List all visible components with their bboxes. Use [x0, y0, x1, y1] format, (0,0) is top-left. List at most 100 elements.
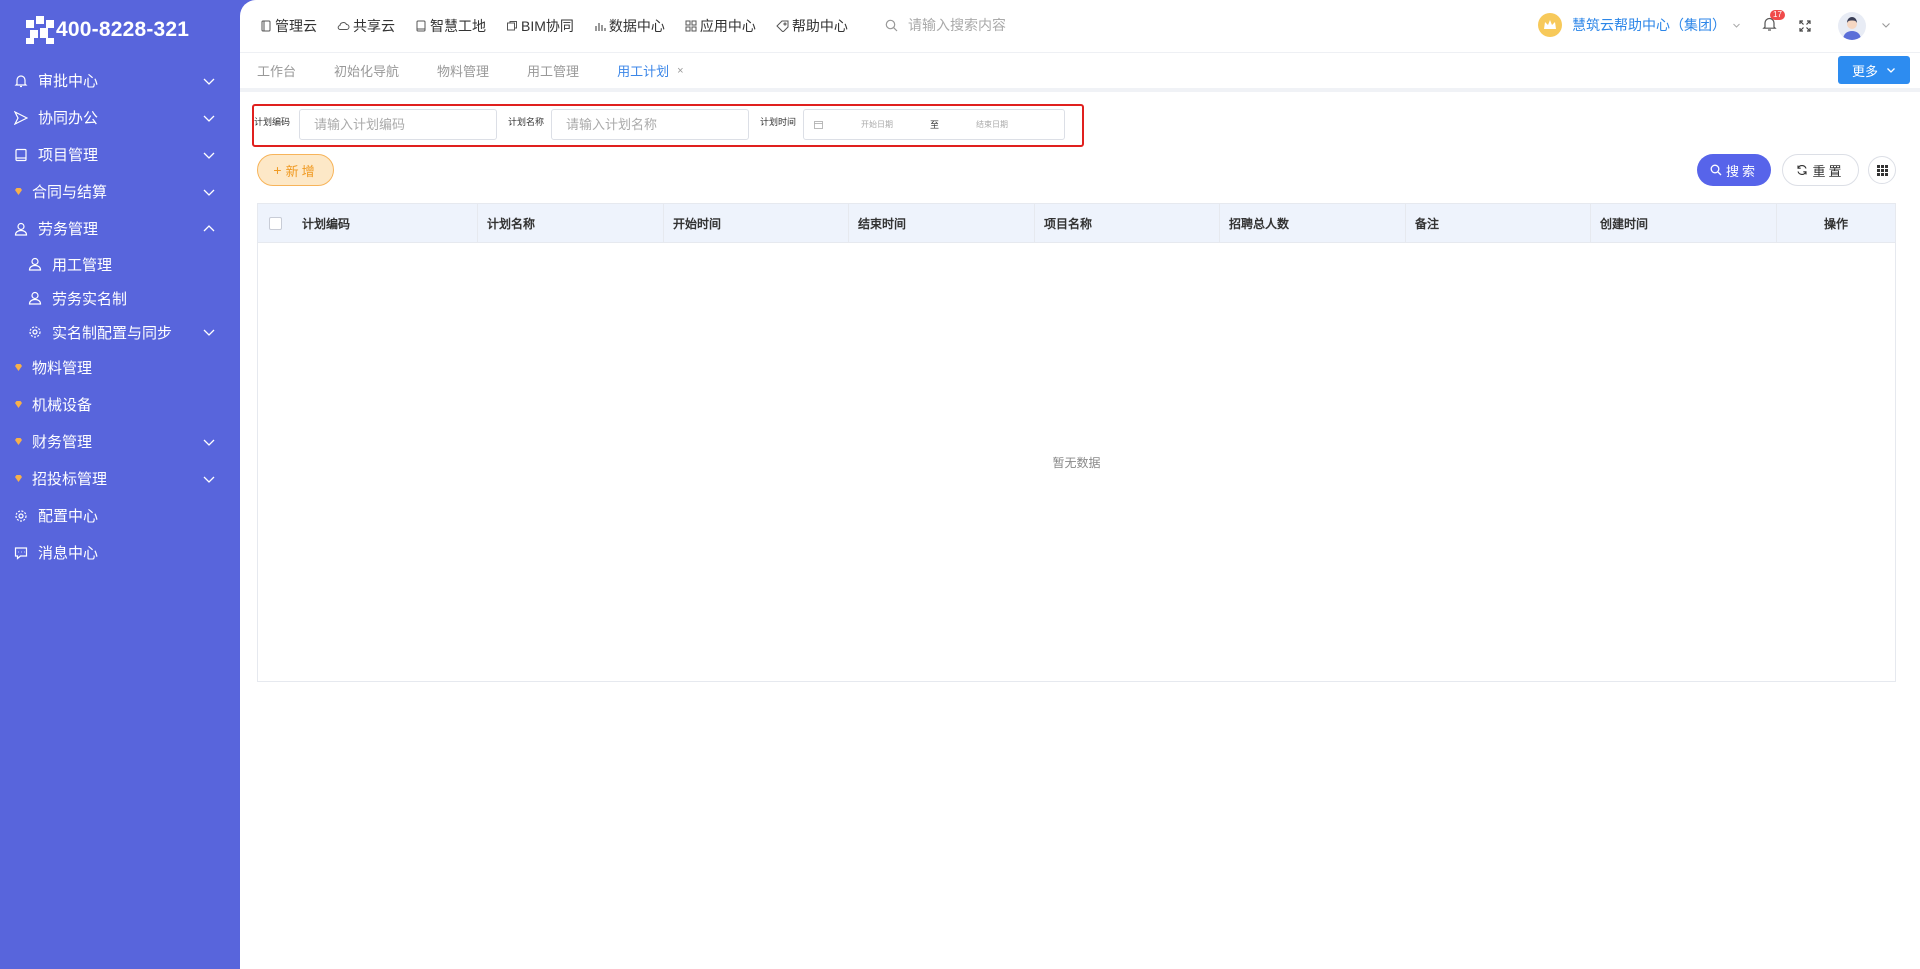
date-range-separator: 至 — [930, 120, 940, 130]
plan-name-label: 计划名称 — [508, 117, 545, 127]
chart-icon — [595, 23, 606, 31]
column-header: 操作 — [1823, 216, 1848, 231]
nav-help-center[interactable]: 帮助中心 — [776, 16, 848, 36]
nav-management-cloud[interactable]: 管理云 — [260, 16, 317, 36]
diamond-icon — [14, 437, 23, 446]
sidebar-item-approval[interactable]: 审批中心 — [0, 62, 240, 99]
sidebar-item-project[interactable]: 项目管理 — [0, 136, 240, 173]
chevron-down-icon[interactable] — [1881, 20, 1891, 30]
nav-share-cloud[interactable]: 共享云 — [337, 16, 395, 36]
top-nav: 管理云 共享云 智慧工地 BIM协同 数据中心 应用中心 帮助中心 请输入搜索内… — [240, 0, 1920, 52]
brand-logo[interactable]: 400-8228-321 — [0, 0, 240, 60]
nav-data-center[interactable]: 数据中心 — [594, 16, 665, 36]
sidebar-item-finance[interactable]: 财务管理 — [0, 423, 240, 460]
column-header[interactable]: 计划编码 — [293, 204, 478, 242]
global-search — [885, 17, 1108, 33]
message-icon — [14, 546, 28, 560]
more-tabs-button[interactable]: 更多 — [1837, 56, 1910, 84]
sidebar: 400-8228-321 审批中心 协同办公 项目管理 合同与结算 劳务管理 用… — [0, 0, 240, 969]
plan-code-input[interactable] — [299, 109, 497, 140]
nav-bim[interactable]: BIM协同 — [506, 16, 574, 36]
chevron-down-icon — [1887, 68, 1895, 73]
nav-smart-site[interactable]: 智慧工地 — [415, 16, 486, 36]
filter-form: 计划编码 计划名称 计划时间 开始日期 至 结束日期 — [252, 104, 1084, 147]
sidebar-item-collab[interactable]: 协同办公 — [0, 99, 240, 136]
search-button[interactable]: 搜索 — [1697, 154, 1771, 186]
tabs-bar: 工作台 初始化导航 物料管理 用工管理 用工计划 × 更多 — [240, 52, 1920, 92]
grid-icon — [1876, 164, 1888, 176]
nav-app-center[interactable]: 应用中心 — [685, 16, 756, 36]
select-all-cell — [258, 204, 293, 242]
chevron-up-icon — [203, 224, 215, 231]
bell-icon — [14, 74, 28, 88]
org-name: 慧筑云帮助中心（集团） — [1572, 17, 1726, 33]
sidebar-item-bidding[interactable]: 招投标管理 — [0, 460, 240, 497]
sidebar-item-material[interactable]: 物料管理 — [0, 349, 240, 386]
chevron-down-icon — [203, 189, 215, 196]
fullscreen-button[interactable] — [1799, 19, 1811, 37]
avatar-icon — [1843, 17, 1861, 40]
main-panel: 管理云 共享云 智慧工地 BIM协同 数据中心 应用中心 帮助中心 请输入搜索内… — [240, 0, 1920, 969]
sidebar-item-contract[interactable]: 合同与结算 — [0, 173, 240, 210]
book-icon — [416, 20, 426, 32]
sidebar-item-realname-config[interactable]: 实名制配置与同步 — [0, 315, 240, 349]
tab-material[interactable]: 物料管理 — [437, 61, 489, 80]
tab-workbench[interactable]: 工作台 — [257, 61, 296, 80]
sidebar-item-realname[interactable]: 劳务实名制 — [0, 281, 240, 315]
user-icon — [28, 291, 42, 305]
column-header[interactable]: 创建时间 — [1591, 204, 1777, 242]
diamond-icon — [14, 187, 23, 196]
table-header: 计划编码 计划名称 开始时间 结束时间 项目名称 招聘总人数 备注 创建时间 操… — [258, 204, 1895, 243]
fullscreen-icon — [1799, 20, 1811, 32]
column-header[interactable]: 开始时间 — [664, 204, 849, 242]
sidebar-item-machinery[interactable]: 机械设备 — [0, 386, 240, 423]
grid-icon — [685, 20, 697, 32]
plan-date-range[interactable]: 开始日期 至 结束日期 — [803, 109, 1065, 140]
close-tab-icon[interactable]: × — [677, 65, 683, 77]
calendar-icon — [814, 121, 823, 129]
tab-employment[interactable]: 用工管理 — [527, 61, 579, 80]
user-icon — [14, 222, 28, 236]
select-all-checkbox[interactable] — [269, 216, 282, 230]
column-header[interactable]: 结束时间 — [849, 204, 1035, 242]
diamond-icon — [14, 363, 23, 372]
chevron-down-icon — [203, 115, 215, 122]
start-date-placeholder[interactable]: 开始日期 — [861, 119, 893, 130]
plan-name-input[interactable] — [551, 109, 749, 140]
search-icon — [885, 19, 898, 31]
reset-button[interactable]: 重置 — [1782, 154, 1859, 186]
add-button[interactable]: + 新增 — [257, 154, 334, 186]
cube-icon — [507, 21, 517, 31]
org-switcher[interactable]: 慧筑云帮助中心（集团） — [1538, 13, 1741, 37]
column-header[interactable]: 备注 — [1406, 204, 1591, 242]
tab-employment-plan[interactable]: 用工计划 × — [617, 61, 683, 80]
logo-icon — [26, 16, 54, 44]
chevron-down-icon — [1733, 23, 1740, 28]
sidebar-item-labor[interactable]: 劳务管理 — [0, 210, 240, 247]
column-header[interactable]: 招聘总人数 — [1220, 204, 1406, 242]
column-header[interactable]: 计划名称 — [478, 204, 664, 242]
diamond-icon — [14, 400, 23, 409]
gear-icon — [14, 509, 28, 523]
cloud-icon — [337, 22, 350, 30]
user-avatar[interactable] — [1838, 12, 1866, 40]
plan-code-label: 计划编码 — [254, 117, 291, 127]
global-search-input[interactable] — [908, 17, 1108, 33]
tab-init-guide[interactable]: 初始化导航 — [334, 61, 399, 80]
chevron-down-icon — [203, 78, 215, 85]
tag-icon — [776, 20, 789, 32]
chevron-down-icon — [203, 329, 215, 336]
doc-icon — [261, 20, 271, 32]
org-crown-icon — [1538, 13, 1562, 37]
sidebar-item-messages[interactable]: 消息中心 — [0, 534, 240, 571]
column-header[interactable]: 项目名称 — [1035, 204, 1220, 242]
notifications-button[interactable]: 17 — [1762, 10, 1785, 37]
refresh-icon — [1797, 165, 1808, 175]
sidebar-item-employment[interactable]: 用工管理 — [0, 247, 240, 281]
end-date-placeholder[interactable]: 结束日期 — [976, 119, 1008, 130]
chevron-down-icon — [203, 152, 215, 159]
plan-table: 计划编码 计划名称 开始时间 结束时间 项目名称 招聘总人数 备注 创建时间 操… — [257, 203, 1896, 682]
sidebar-item-config[interactable]: 配置中心 — [0, 497, 240, 534]
column-settings-button[interactable] — [1868, 156, 1896, 184]
plus-icon: + — [273, 162, 282, 178]
